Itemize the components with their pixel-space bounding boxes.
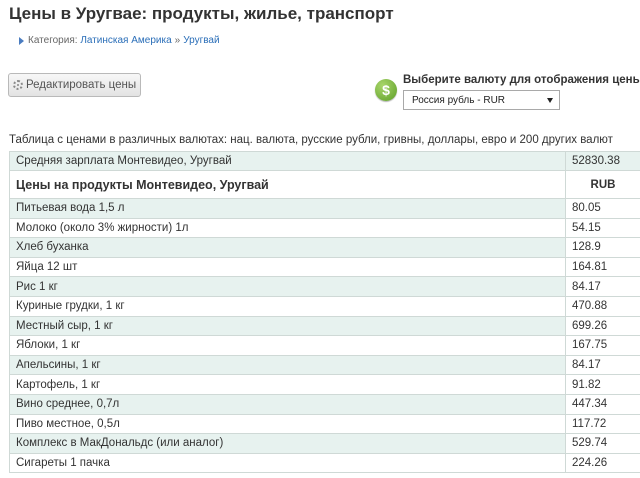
breadcrumb-link-uruguay[interactable]: Уругвай <box>183 35 219 46</box>
currency-column-header: RUB <box>565 170 640 199</box>
edit-prices-button[interactable]: Редактировать цены <box>8 73 141 97</box>
currency-select[interactable]: Россия рубль - RUR <box>403 90 560 110</box>
breadcrumb: Категория: Латинская Америка » Уругвай <box>19 35 220 46</box>
table-row: Вино среднее, 0,7л 447.34 <box>9 393 640 415</box>
item-name: Яблоки, 1 кг <box>9 335 566 356</box>
gear-icon <box>13 80 23 90</box>
table-row: Яблоки, 1 кг 167.75 <box>9 335 640 356</box>
edit-prices-label: Редактировать цены <box>26 79 137 91</box>
table-caption: Таблица с ценами в различных валютах: на… <box>9 134 613 146</box>
item-price: 224.26 <box>565 452 640 474</box>
page-title: Цены в Уругвае: продукты, жилье, транспо… <box>9 4 394 23</box>
table-row: Куриные грудки, 1 кг 470.88 <box>9 295 640 317</box>
table-row: Хлеб буханка 128.9 <box>9 237 640 258</box>
table-row: Местный сыр, 1 кг 699.26 <box>9 315 640 337</box>
item-price: 91.82 <box>565 374 640 395</box>
table-row: Пиво местное, 0,5л 117.72 <box>9 413 640 435</box>
item-name: Пиво местное, 0,5л <box>9 413 566 435</box>
chevron-down-icon <box>547 98 553 103</box>
table-row: Апельсины, 1 кг 84.17 <box>9 354 640 376</box>
item-price: 699.26 <box>565 315 640 337</box>
item-price: 529.74 <box>565 433 640 454</box>
table-row: Картофель, 1 кг 91.82 <box>9 374 640 395</box>
item-price: 167.75 <box>565 335 640 356</box>
breadcrumb-link-latin-america[interactable]: Латинская Америка <box>80 35 171 46</box>
breadcrumb-prefix: Категория: <box>28 35 78 46</box>
item-name: Вино среднее, 0,7л <box>9 393 566 415</box>
item-name: Апельсины, 1 кг <box>9 354 566 376</box>
table-row: Питьевая вода 1,5 л 80.05 <box>9 198 640 219</box>
item-price: 117.72 <box>565 413 640 435</box>
dollar-icon: $ <box>375 79 397 101</box>
arrow-right-icon <box>19 36 24 45</box>
item-name: Хлеб буханка <box>9 237 566 258</box>
item-name: Молоко (около 3% жирности) 1л <box>9 217 566 239</box>
table-row: Сигареты 1 пачка 224.26 <box>9 452 640 474</box>
item-price: 84.17 <box>565 354 640 376</box>
table-row: Рис 1 кг 84.17 <box>9 276 640 297</box>
table-row: Молоко (около 3% жирности) 1л 54.15 <box>9 217 640 239</box>
item-price: 470.88 <box>565 295 640 317</box>
breadcrumb-separator: » <box>174 35 181 46</box>
item-price: 164.81 <box>565 256 640 278</box>
section-title: Цены на продукты Монтевидео, Уругвай <box>9 170 566 199</box>
item-name: Сигареты 1 пачка <box>9 452 566 474</box>
item-name: Рис 1 кг <box>9 276 566 297</box>
table-row: Яйца 12 шт 164.81 <box>9 256 640 278</box>
table-row: Комплекс в МакДональдс (или аналог) 529.7… <box>9 433 640 454</box>
salary-label: Средняя зарплата Монтевидео, Уругвай <box>9 151 566 171</box>
section-header-row: Цены на продукты Монтевидео, Уругвай RUB <box>9 170 640 199</box>
item-name: Яйца 12 шт <box>9 256 566 278</box>
salary-row: Средняя зарплата Монтевидео, Уругвай 528… <box>9 151 640 171</box>
item-name: Картофель, 1 кг <box>9 374 566 395</box>
currency-select-label: Выберите валюту для отображения цены <box>403 74 640 86</box>
currency-select-value: Россия рубль - RUR <box>412 94 506 106</box>
price-table: Средняя зарплата Монтевидео, Уругвай 528… <box>9 151 640 474</box>
item-price: 84.17 <box>565 276 640 297</box>
item-price: 54.15 <box>565 217 640 239</box>
item-name: Питьевая вода 1,5 л <box>9 198 566 219</box>
item-price: 447.34 <box>565 393 640 415</box>
item-name: Местный сыр, 1 кг <box>9 315 566 337</box>
item-price: 128.9 <box>565 237 640 258</box>
item-price: 80.05 <box>565 198 640 219</box>
item-name: Куриные грудки, 1 кг <box>9 295 566 317</box>
item-name: Комплекс в МакДональдс (или аналог) <box>9 433 566 454</box>
salary-value: 52830.38 <box>565 151 640 171</box>
